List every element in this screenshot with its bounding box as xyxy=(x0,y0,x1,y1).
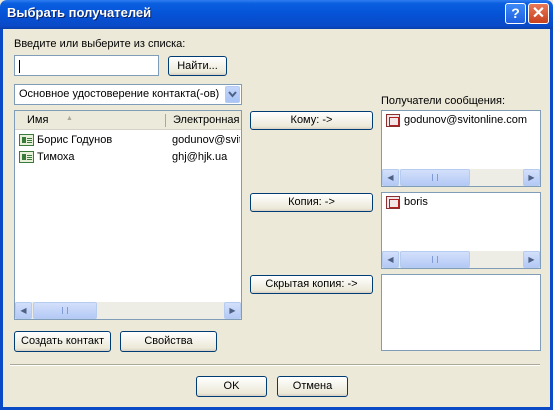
contact-card-icon xyxy=(19,151,34,163)
cc-recipients-list[interactable]: boris ◀ ▶ xyxy=(381,192,541,269)
recipient-address: boris xyxy=(404,196,428,208)
scroll-right-icon[interactable]: ▶ xyxy=(523,169,540,186)
close-button[interactable]: ✕ xyxy=(528,3,549,24)
recipient-address: godunov@svitonline.com xyxy=(404,114,528,126)
contact-name: Тимоха xyxy=(37,151,75,163)
contacts-list[interactable]: Имя ▲ Электронная Борис Годунов godunov@… xyxy=(14,110,242,320)
contact-email: godunov@svit xyxy=(172,134,240,146)
chevron-down-icon[interactable] xyxy=(225,86,240,103)
scroll-left-icon[interactable]: ◀ xyxy=(15,302,32,319)
recipients-label: Получатели сообщения: xyxy=(381,95,506,107)
scroll-left-icon[interactable]: ◀ xyxy=(382,251,399,268)
recipient-item[interactable]: boris xyxy=(382,195,540,211)
contact-email: ghj@hjk.ua xyxy=(172,151,228,163)
contact-row[interactable]: Тимоха ghj@hjk.ua xyxy=(15,150,241,166)
contact-row[interactable]: Борис Годунов godunov@svit xyxy=(15,133,241,149)
column-header-name-label: Имя xyxy=(27,114,49,126)
window-title: Выбрать получателей xyxy=(7,5,152,20)
sort-ascending-icon: ▲ xyxy=(66,115,73,122)
to-hscrollbar[interactable]: ◀ ▶ xyxy=(382,169,540,186)
scroll-thumb[interactable] xyxy=(400,251,470,268)
scroll-right-icon[interactable]: ▶ xyxy=(224,302,241,319)
contact-card-icon xyxy=(19,134,34,146)
recipient-item[interactable]: godunov@svitonline.com xyxy=(382,113,540,129)
contact-name: Борис Годунов xyxy=(37,134,113,146)
text-caret xyxy=(19,60,20,73)
address-book-selected: Основное удостоверение контакта(-ов) xyxy=(19,88,220,100)
to-button[interactable]: Кому: -> xyxy=(250,111,373,130)
bcc-button[interactable]: Скрытая копия: -> xyxy=(250,275,373,294)
column-header-email-label: Электронная xyxy=(173,114,240,126)
bcc-recipients-list[interactable] xyxy=(381,274,541,351)
cc-hscrollbar[interactable]: ◀ ▶ xyxy=(382,251,540,268)
footer-divider xyxy=(10,364,540,366)
column-header-name[interactable]: Имя ▲ xyxy=(15,111,165,129)
search-label: Введите или выберите из списка: xyxy=(14,38,186,50)
address-book-select[interactable]: Основное удостоверение контакта(-ов) xyxy=(14,84,242,105)
ok-button[interactable]: OK xyxy=(196,376,267,397)
contacts-header: Имя ▲ Электронная xyxy=(15,111,241,130)
recipient-icon xyxy=(386,196,400,209)
find-button[interactable]: Найти... xyxy=(168,56,227,76)
to-recipients-list[interactable]: godunov@svitonline.com ◀ ▶ xyxy=(381,110,541,187)
scroll-thumb[interactable] xyxy=(400,169,470,186)
scroll-left-icon[interactable]: ◀ xyxy=(382,169,399,186)
search-input[interactable] xyxy=(14,55,159,76)
contacts-hscrollbar[interactable]: ◀ ▶ xyxy=(15,302,241,319)
scroll-right-icon[interactable]: ▶ xyxy=(523,251,540,268)
cc-button[interactable]: Копия: -> xyxy=(250,193,373,212)
cancel-button[interactable]: Отмена xyxy=(277,376,348,397)
scroll-thumb[interactable] xyxy=(33,302,97,319)
help-button[interactable]: ? xyxy=(505,3,526,24)
title-bar: Выбрать получателей ? ✕ xyxy=(0,0,553,29)
create-contact-button[interactable]: Создать контакт xyxy=(14,331,111,352)
recipient-icon xyxy=(386,114,400,127)
properties-button[interactable]: Свойства xyxy=(120,331,217,352)
column-header-email[interactable]: Электронная xyxy=(166,111,241,129)
